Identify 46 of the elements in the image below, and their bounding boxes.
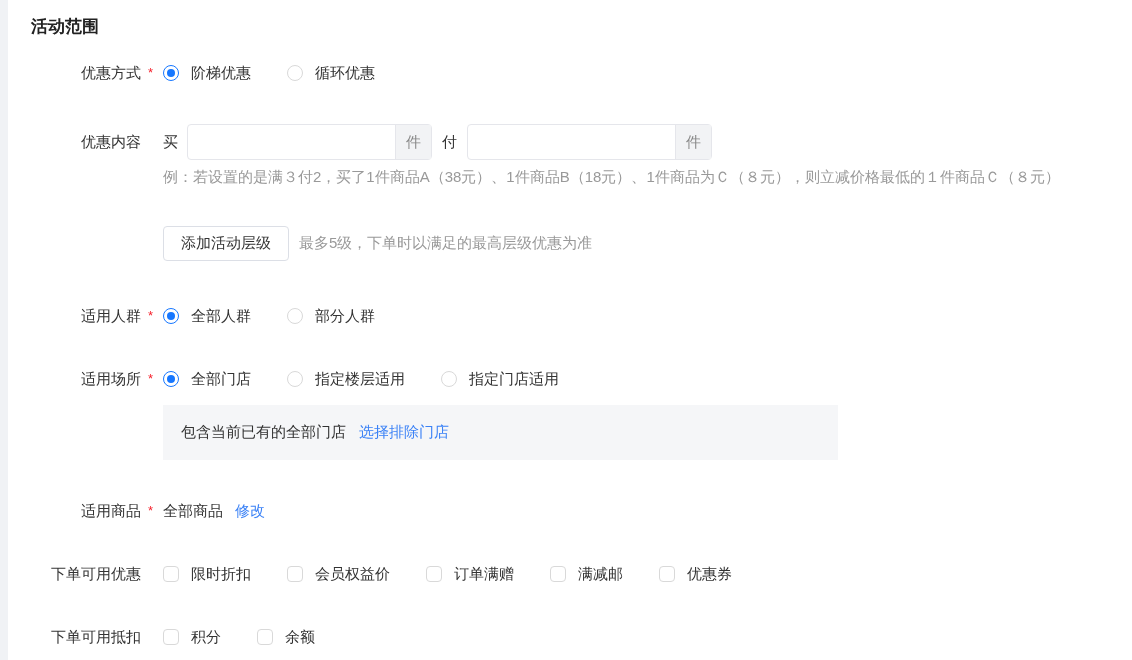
field-label: 优惠方式	[81, 62, 141, 83]
checkbox[interactable]	[163, 566, 179, 582]
option-label: 阶梯优惠	[191, 62, 251, 83]
exclude-stores-link[interactable]: 选择排除门店	[359, 421, 449, 444]
option-label: 积分	[191, 626, 221, 647]
checkbox[interactable]	[257, 629, 273, 645]
field-label: 适用商品	[81, 500, 141, 521]
checkbox[interactable]	[287, 566, 303, 582]
add-tier-button[interactable]: 添加活动层级	[163, 226, 289, 261]
option-label: 全部人群	[191, 305, 251, 326]
checkbox[interactable]	[163, 629, 179, 645]
tier-note: 最多5级，下单时以满足的最高层级优惠为准	[299, 233, 593, 254]
option-label: 限时折扣	[191, 563, 251, 584]
required-mark: *	[147, 307, 153, 326]
option-label: 全部门店	[191, 368, 251, 389]
unit-addon: 件	[675, 125, 711, 159]
value-text: 全部商品	[163, 500, 223, 521]
checkbox[interactable]	[550, 566, 566, 582]
checkbox[interactable]	[426, 566, 442, 582]
option-label: 优惠券	[687, 563, 732, 584]
field-label: 下单可用抵扣	[51, 626, 141, 647]
option-label: 部分人群	[315, 305, 375, 326]
info-text: 包含当前已有的全部门店	[181, 422, 346, 443]
checkbox[interactable]	[659, 566, 675, 582]
field-label: 适用人群	[81, 305, 141, 326]
option-label: 循环优惠	[315, 62, 375, 83]
required-mark: *	[147, 64, 153, 83]
unit-addon: 件	[395, 125, 431, 159]
option-label: 满减邮	[578, 563, 623, 584]
edit-link[interactable]: 修改	[235, 499, 265, 523]
option-label: 指定楼层适用	[315, 368, 405, 389]
number-field[interactable]: 件	[467, 124, 712, 160]
option-label: 订单满赠	[454, 563, 514, 584]
option-label: 指定门店适用	[469, 368, 559, 389]
buy-label: 买	[163, 131, 178, 152]
pay-label: 付	[442, 131, 457, 152]
required-mark: *	[147, 370, 153, 389]
field-label: 下单可用优惠	[51, 563, 141, 584]
hint-text: 例：若设置的是满３付2，买了1件商品A（38元）、1件商品B（18元）、1件商品为Ｃ（８元），则立减价格最低的１件商品Ｃ（８元）	[163, 167, 1060, 187]
field-label: 优惠内容	[81, 131, 141, 152]
option-label: 余额	[285, 626, 315, 647]
field-label: 适用场所	[81, 368, 141, 389]
required-mark: *	[147, 502, 153, 521]
option-label: 会员权益价	[315, 563, 390, 584]
section-title: 活动范围	[31, 16, 100, 38]
number-field[interactable]: 件	[187, 124, 432, 160]
